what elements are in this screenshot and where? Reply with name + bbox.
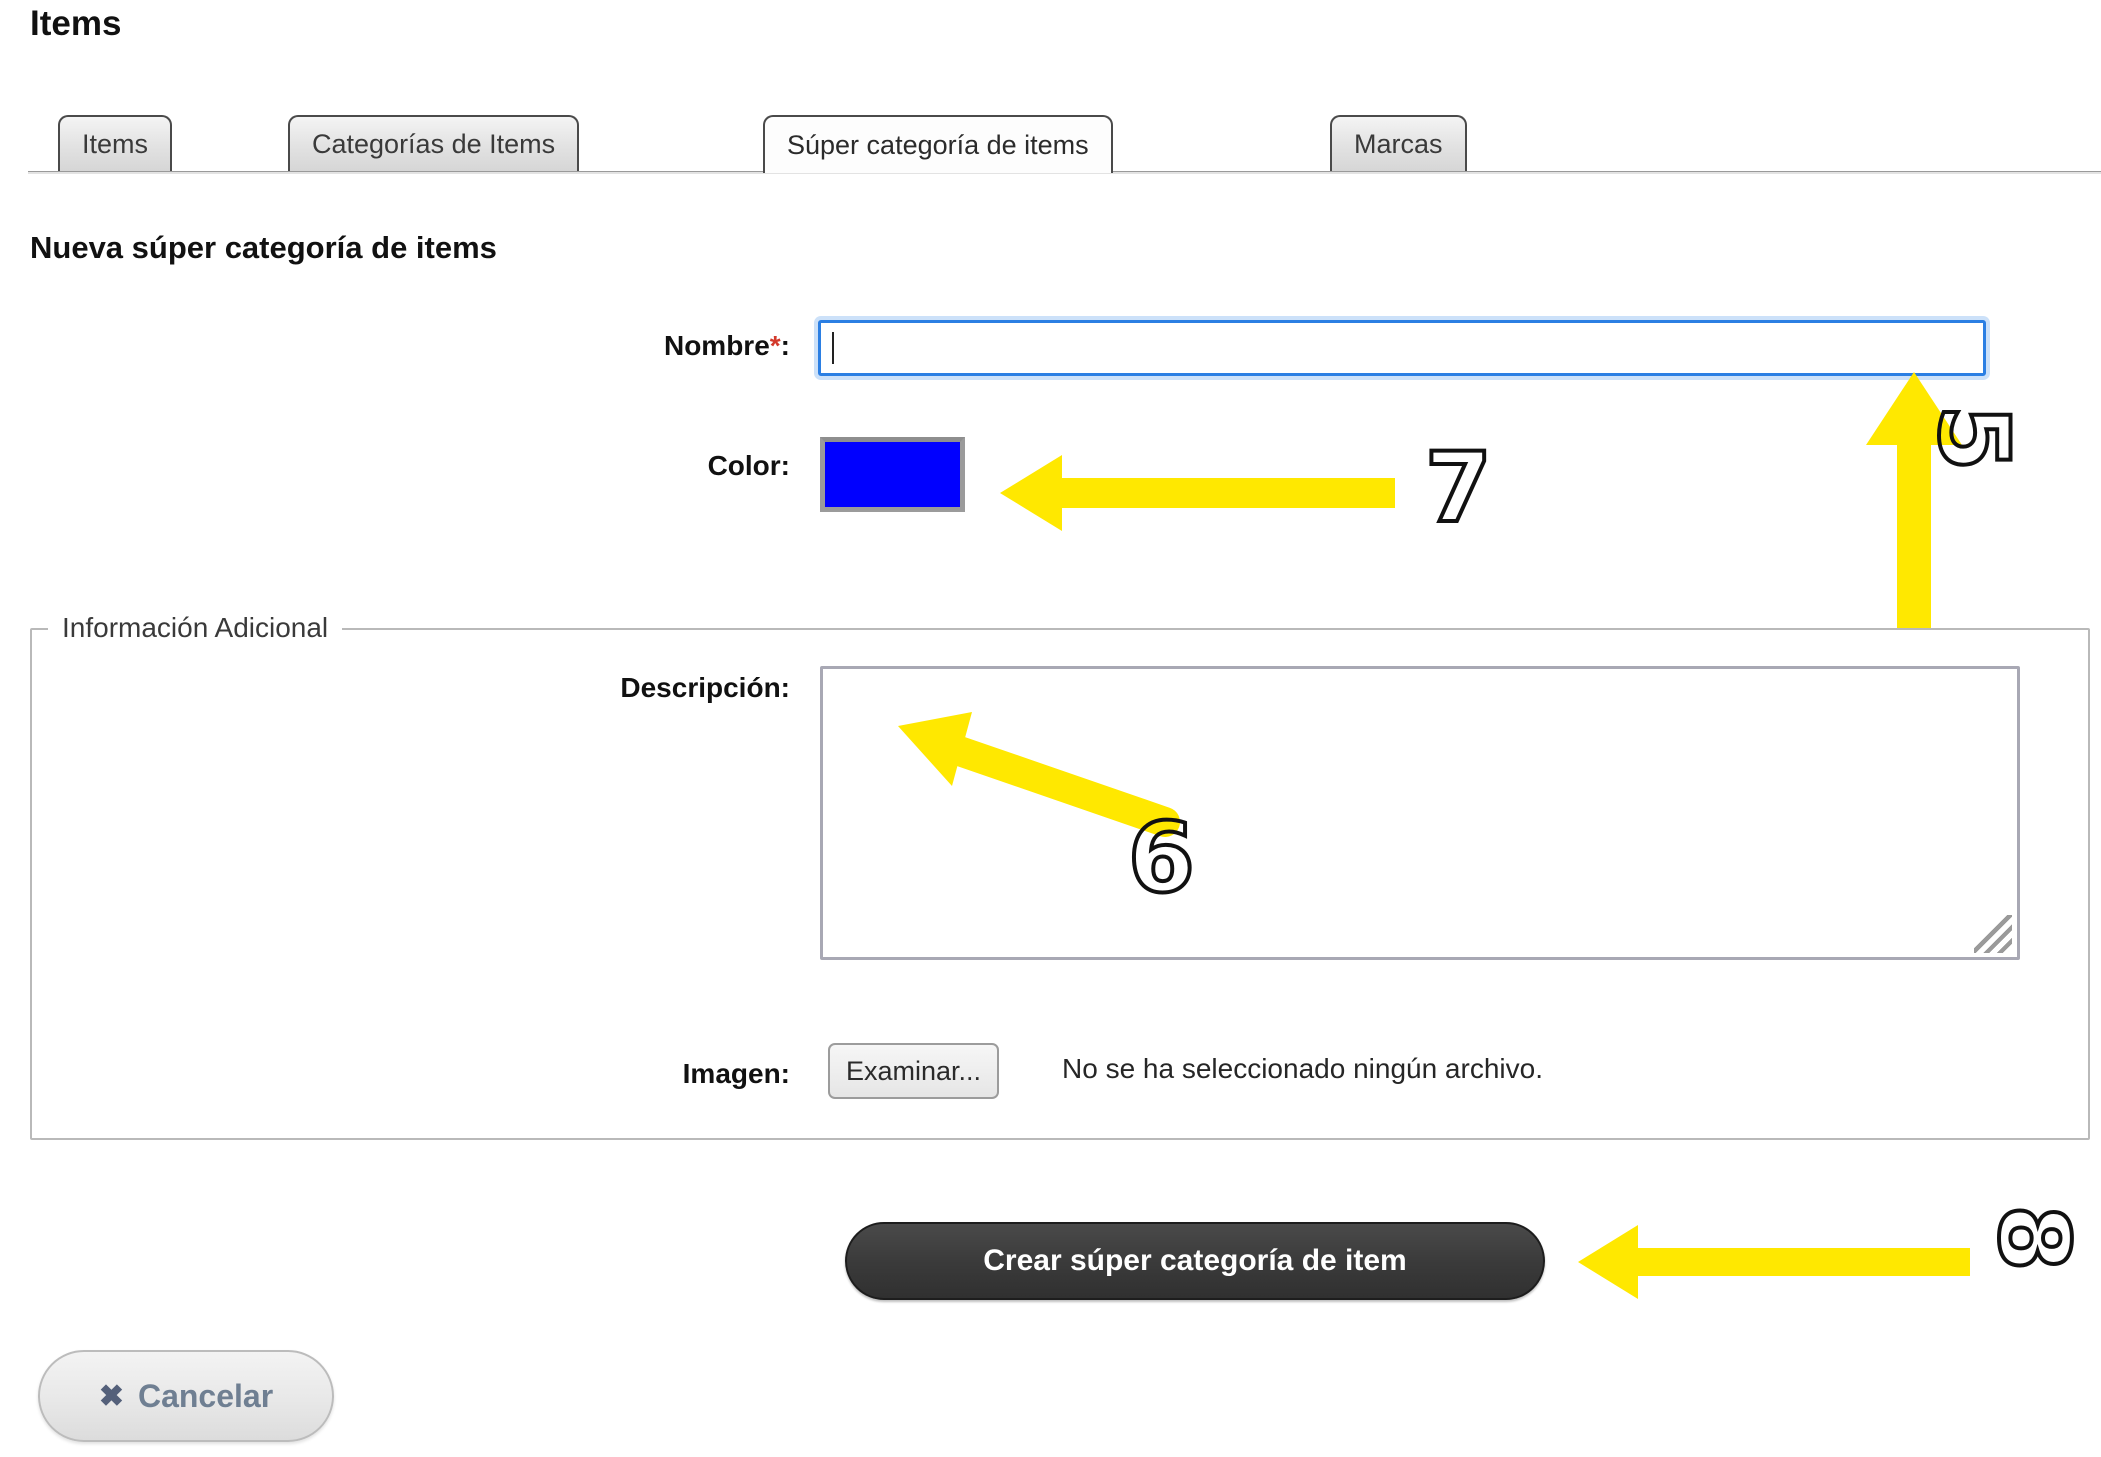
page-title: Items: [30, 4, 122, 43]
nombre-label-colon: :: [780, 330, 790, 361]
cancelar-button[interactable]: ✖ Cancelar: [38, 1350, 334, 1442]
annotation-arrow-7: [1000, 455, 1395, 531]
annotation-label-7: 7: [1423, 432, 1494, 544]
descripcion-textarea[interactable]: [820, 666, 2020, 960]
file-selection-status: No se ha seleccionado ningún archivo.: [1062, 1053, 1543, 1084]
color-label: Color:: [707, 450, 790, 481]
examinar-button[interactable]: Examinar...: [828, 1043, 1000, 1099]
color-swatch[interactable]: [820, 437, 965, 512]
tab-marcas[interactable]: Marcas: [1330, 115, 1467, 171]
cancelar-button-label: Cancelar: [137, 1377, 274, 1414]
fieldset-legend: Información Adicional: [48, 612, 343, 644]
required-asterisk-icon: *: [769, 330, 781, 361]
crear-super-categoria-button[interactable]: Crear súper categoría de item: [845, 1222, 1545, 1300]
resize-grip-icon[interactable]: [1974, 915, 2012, 953]
nombre-label-text: Nombre: [663, 330, 770, 361]
nombre-label: Nombre*:: [300, 330, 790, 362]
close-icon: ✖: [98, 1379, 124, 1413]
section-heading: Nueva súper categoría de items: [30, 230, 497, 265]
tab-items[interactable]: Items: [58, 115, 173, 171]
nombre-input[interactable]: [818, 320, 1986, 376]
tab-super-categoria-de-items[interactable]: Súper categoría de items: [763, 115, 1113, 173]
text-caret: [832, 332, 834, 364]
annotation-label-8: 8: [1975, 1203, 2091, 1274]
tab-categorias-de-items[interactable]: Categorías de Items: [288, 115, 580, 171]
annotation-arrow-8: [1578, 1225, 1970, 1299]
tab-bar: Items Categorías de Items Súper categorí…: [0, 112, 2101, 174]
imagen-label: Imagen:: [682, 1058, 790, 1089]
annotation-label-5: 5: [1915, 403, 2031, 474]
descripcion-label: Descripción:: [620, 672, 790, 703]
annotation-arrow-5: [1866, 372, 1962, 628]
